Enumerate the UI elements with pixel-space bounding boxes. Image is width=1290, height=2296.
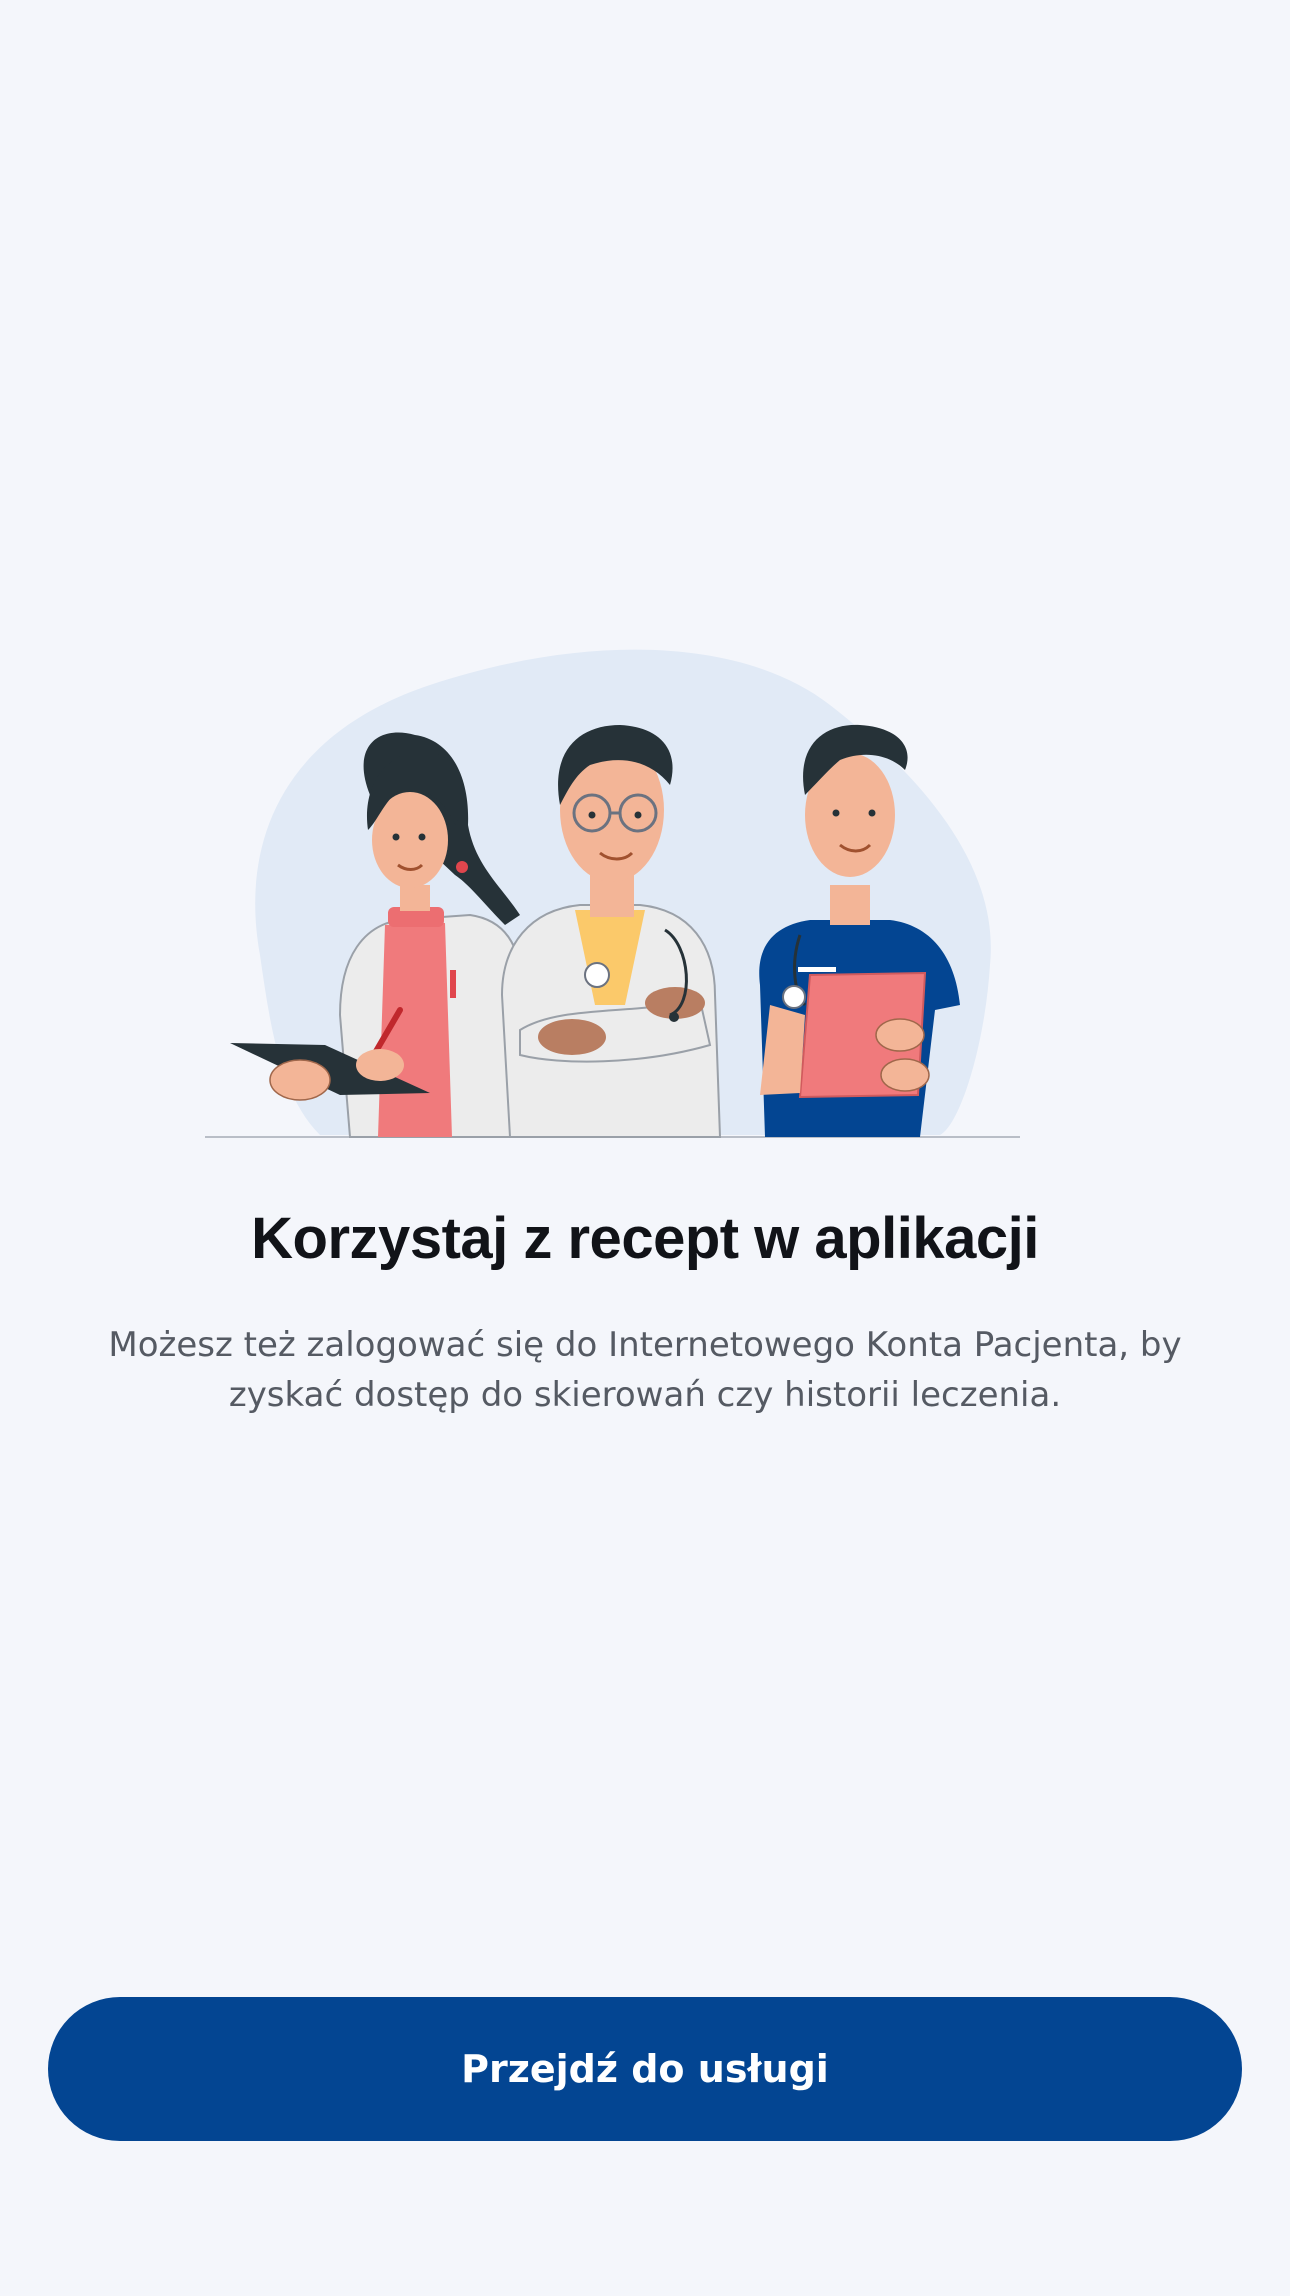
go-to-service-button-label: Przejdź do usługi: [461, 2047, 829, 2091]
go-to-service-button[interactable]: Przejdź do usługi: [48, 1997, 1242, 2141]
medical-staff-illustration: [205, 649, 1020, 1138]
page-subtitle: Możesz też zalogować się do Internetoweg…: [108, 1325, 1182, 1415]
page-title: Korzystaj z recept w aplikacji: [251, 1206, 1039, 1271]
